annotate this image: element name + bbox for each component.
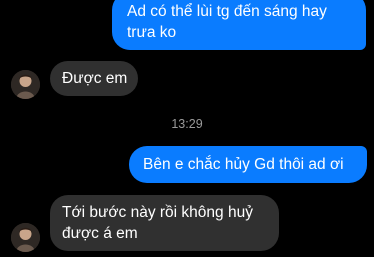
message-bubble-outgoing[interactable]: Ad có thể lùi tg đến sáng hay trưa ko <box>112 0 366 50</box>
sender-avatar[interactable] <box>11 70 40 99</box>
message-bubble-outgoing[interactable]: Bên e chắc hủy Gd thôi ad ơi <box>129 146 367 183</box>
timestamp-divider: 13:29 <box>171 117 203 131</box>
message-bubble-incoming[interactable]: Được em <box>50 61 138 96</box>
sender-avatar[interactable] <box>11 223 40 252</box>
message-bubble-incoming[interactable]: Tới bước này rồi không huỷ được á em <box>50 195 279 251</box>
